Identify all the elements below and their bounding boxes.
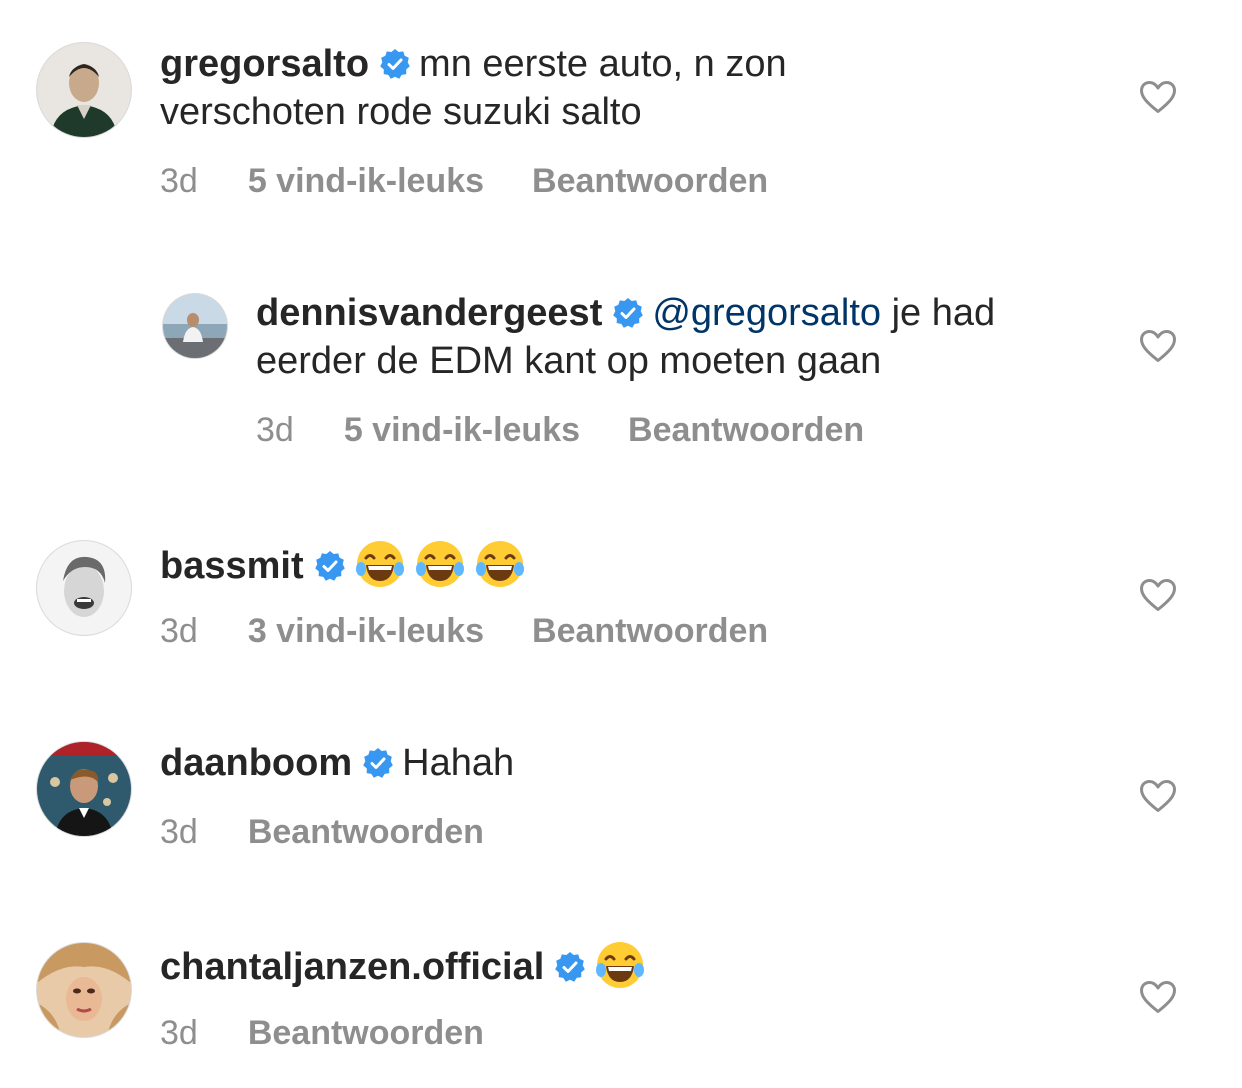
- comment-text: chantaljanzen.official: [160, 939, 920, 991]
- timestamp[interactable]: 3d: [160, 162, 198, 200]
- avatar[interactable]: [37, 541, 131, 635]
- username[interactable]: gregorsalto: [160, 43, 369, 85]
- laughing-tears-emoji-icon: [414, 538, 466, 590]
- avatar[interactable]: [163, 294, 227, 358]
- username[interactable]: chantaljanzen.official: [160, 946, 544, 988]
- comment-meta: 3d 3 vind-ik-leuks Beantwoorden: [160, 612, 816, 651]
- comment-text: daanboom Hahah: [160, 739, 920, 787]
- comment-meta: 3d 5 vind-ik-leuks Beantwoorden: [256, 411, 912, 450]
- reply-button[interactable]: Beantwoorden: [248, 813, 484, 851]
- like-count[interactable]: 3 vind-ik-leuks: [248, 612, 484, 650]
- avatar[interactable]: [37, 43, 131, 137]
- username[interactable]: bassmit: [160, 545, 304, 587]
- like-count[interactable]: 5 vind-ik-leuks: [344, 411, 580, 449]
- verified-badge-icon: [554, 951, 586, 983]
- timestamp[interactable]: 3d: [160, 813, 198, 851]
- comment-text: dennisvandergeest @gregorsalto je had eer…: [256, 289, 1076, 385]
- verified-badge-icon: [612, 297, 644, 329]
- laughing-tears-emoji-icon: [354, 538, 406, 590]
- timestamp[interactable]: 3d: [160, 1014, 198, 1052]
- reply-button[interactable]: Beantwoorden: [532, 162, 768, 200]
- verified-badge-icon: [314, 550, 346, 582]
- username[interactable]: daanboom: [160, 742, 352, 784]
- timestamp[interactable]: 3d: [160, 612, 198, 650]
- reply-button[interactable]: Beantwoorden: [532, 612, 768, 650]
- username[interactable]: dennisvandergeest: [256, 292, 602, 334]
- comment-text: bassmit: [160, 538, 920, 590]
- heart-outline-icon[interactable]: [1139, 779, 1177, 813]
- heart-outline-icon[interactable]: [1139, 329, 1177, 363]
- heart-outline-icon[interactable]: [1139, 80, 1177, 114]
- like-count[interactable]: 5 vind-ik-leuks: [248, 162, 484, 200]
- laughing-tears-emoji-icon: [474, 538, 526, 590]
- mention-link[interactable]: @gregorsalto: [652, 292, 881, 334]
- reply-button[interactable]: Beantwoorden: [248, 1014, 484, 1052]
- comment-text: gregorsalto mn eerste auto, n zon verscho…: [160, 40, 920, 136]
- comment-meta: 3d Beantwoorden: [160, 1014, 532, 1053]
- heart-outline-icon[interactable]: [1139, 980, 1177, 1014]
- avatar[interactable]: [37, 943, 131, 1037]
- comment-body: Hahah: [402, 742, 515, 784]
- verified-badge-icon: [362, 747, 394, 779]
- reply-button[interactable]: Beantwoorden: [628, 411, 864, 449]
- verified-badge-icon: [379, 48, 411, 80]
- timestamp[interactable]: 3d: [256, 411, 294, 449]
- heart-outline-icon[interactable]: [1139, 578, 1177, 612]
- comment-meta: 3d Beantwoorden: [160, 813, 532, 852]
- comment-meta: 3d 5 vind-ik-leuks Beantwoorden: [160, 162, 816, 201]
- laughing-tears-emoji-icon: [594, 939, 646, 991]
- avatar[interactable]: [37, 742, 131, 836]
